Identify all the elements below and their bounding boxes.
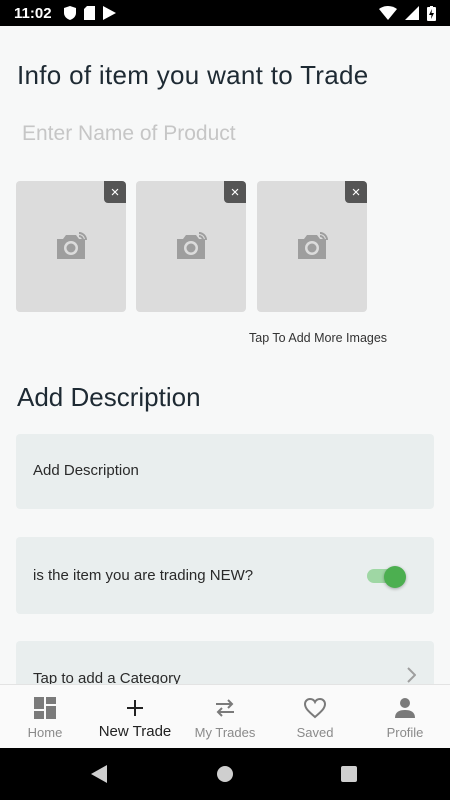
nav-home-label: Home bbox=[27, 725, 63, 740]
new-item-label: is the item you are trading NEW? bbox=[33, 567, 254, 584]
nav-saved[interactable]: Saved bbox=[270, 685, 360, 748]
trade-form: Info of item you want to Trade × × bbox=[0, 26, 450, 684]
bottom-navigation: Home New Trade My Trades Saved Profile bbox=[0, 684, 450, 748]
remove-image-button[interactable]: × bbox=[345, 181, 367, 203]
nav-my-trades-label: My Trades bbox=[194, 725, 256, 740]
image-slot-1[interactable]: × bbox=[16, 181, 126, 312]
camera-icon bbox=[177, 232, 207, 259]
nav-home[interactable]: Home bbox=[0, 685, 90, 748]
status-notification-icons bbox=[63, 6, 116, 20]
home-circle-icon[interactable] bbox=[217, 766, 233, 782]
sd-card-icon bbox=[83, 6, 95, 20]
wifi-icon bbox=[379, 6, 397, 20]
dashboard-icon bbox=[34, 697, 56, 719]
nav-profile[interactable]: Profile bbox=[360, 685, 450, 748]
person-icon bbox=[395, 698, 415, 718]
status-bar: 11:02 bbox=[0, 0, 450, 26]
camera-icon bbox=[298, 232, 328, 259]
nav-saved-label: Saved bbox=[296, 725, 334, 740]
camera-icon bbox=[57, 232, 87, 259]
swap-arrows-icon bbox=[216, 699, 234, 717]
add-more-images-link[interactable]: Tap To Add More Images bbox=[249, 331, 387, 345]
signal-icon bbox=[405, 6, 419, 20]
category-card[interactable]: Tap to add a Category bbox=[16, 641, 434, 684]
page-title: Info of item you want to Trade bbox=[17, 60, 369, 90]
new-item-toggle[interactable] bbox=[367, 566, 407, 588]
battery-charging-icon bbox=[427, 5, 436, 21]
shield-icon bbox=[63, 6, 76, 20]
status-time: 11:02 bbox=[14, 4, 52, 22]
description-input[interactable] bbox=[33, 462, 413, 479]
chevron-right-icon bbox=[407, 667, 416, 683]
system-navigation-bar bbox=[0, 748, 450, 800]
new-item-card: is the item you are trading NEW? bbox=[16, 537, 434, 614]
nav-my-trades[interactable]: My Trades bbox=[180, 685, 270, 748]
nav-new-trade[interactable]: New Trade bbox=[90, 685, 180, 748]
description-section-title: Add Description bbox=[17, 382, 201, 412]
remove-image-button[interactable]: × bbox=[224, 181, 246, 203]
image-slot-3[interactable]: × bbox=[257, 181, 367, 312]
toggle-thumb bbox=[384, 566, 406, 588]
nav-profile-label: Profile bbox=[386, 725, 424, 740]
nav-new-trade-label: New Trade bbox=[98, 723, 172, 740]
plus-icon bbox=[127, 700, 143, 716]
status-system-icons bbox=[379, 5, 436, 21]
category-label: Tap to add a Category bbox=[33, 670, 181, 684]
description-card[interactable] bbox=[16, 434, 434, 509]
heart-icon bbox=[303, 697, 327, 719]
remove-image-button[interactable]: × bbox=[104, 181, 126, 203]
image-slot-2[interactable]: × bbox=[136, 181, 246, 312]
back-icon[interactable] bbox=[91, 765, 107, 783]
recent-apps-icon[interactable] bbox=[341, 766, 357, 782]
product-name-input[interactable] bbox=[22, 122, 422, 146]
play-store-icon bbox=[102, 6, 116, 20]
